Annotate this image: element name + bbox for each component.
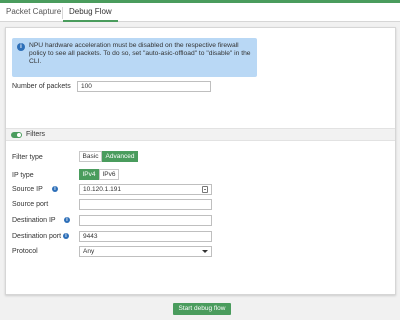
destination-ip-label: Destination IP	[12, 217, 56, 224]
debug-flow-panel: i NPU hardware acceleration must be disa…	[5, 27, 396, 295]
filters-section-header: Filters	[6, 128, 395, 141]
protocol-select[interactable]: Any	[79, 246, 212, 257]
info-icon: i	[17, 43, 25, 51]
filters-label: Filters	[26, 131, 46, 138]
source-port-input[interactable]	[79, 199, 212, 210]
filter-type-label: Filter type	[12, 154, 43, 161]
source-ip-label: Source IP	[12, 186, 43, 193]
protocol-value: Any	[83, 248, 95, 255]
filters-toggle[interactable]	[11, 132, 22, 138]
ip-type-label: IP type	[12, 172, 34, 179]
notice-text: NPU hardware acceleration must be disabl…	[29, 42, 251, 65]
help-icon[interactable]: i	[63, 233, 69, 239]
filter-type-advanced-button[interactable]: Advanced	[102, 151, 138, 162]
source-ip-value: 10.120.1.191	[83, 186, 121, 193]
start-debug-flow-button[interactable]: Start debug flow	[173, 303, 231, 315]
destination-port-label: Destination port	[12, 233, 62, 240]
ip-type-ipv4-button[interactable]: IPv4	[79, 169, 99, 180]
tab-bar: Packet Capture Debug Flow	[0, 3, 400, 22]
tab-packet-capture[interactable]: Packet Capture	[0, 3, 67, 22]
help-icon[interactable]: i	[64, 217, 70, 223]
tab-debug-flow[interactable]: Debug Flow	[63, 3, 118, 22]
packets-label: Number of packets	[12, 83, 71, 90]
help-icon[interactable]: i	[52, 186, 58, 192]
info-notice: i NPU hardware acceleration must be disa…	[12, 38, 257, 77]
address-book-icon[interactable]	[202, 186, 208, 193]
filter-type-basic-button[interactable]: Basic	[79, 151, 102, 162]
packets-input[interactable]: 100	[77, 81, 211, 92]
destination-port-input[interactable]: 9443	[79, 231, 212, 242]
chevron-down-icon	[202, 250, 208, 253]
source-port-label: Source port	[12, 201, 49, 208]
source-ip-input[interactable]: 10.120.1.191	[79, 184, 212, 195]
destination-ip-input[interactable]	[79, 215, 212, 226]
toggle-knob	[17, 133, 21, 137]
protocol-label: Protocol	[12, 248, 38, 255]
ip-type-ipv6-button[interactable]: IPv6	[99, 169, 119, 180]
